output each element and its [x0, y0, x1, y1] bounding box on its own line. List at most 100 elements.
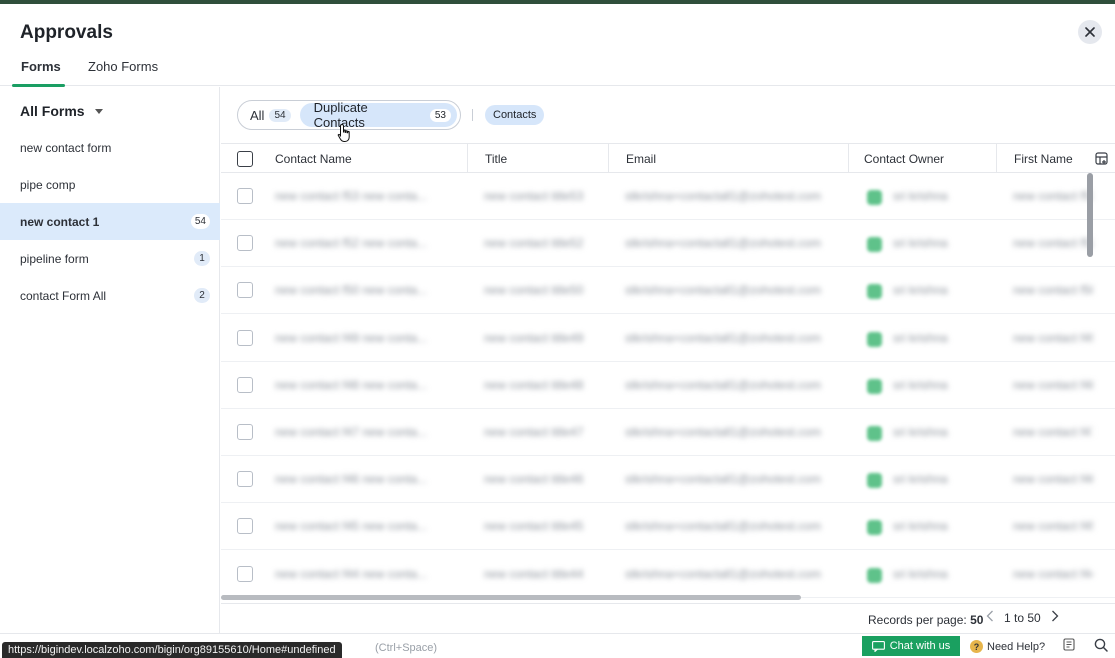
cell-first-name[interactable]: new contact f52 [1013, 236, 1093, 250]
sidebar-item-contact-form-all[interactable]: contact Form All 2 [0, 277, 220, 314]
cell-contact-owner[interactable]: sri krishna [893, 472, 983, 486]
dialog-header: Approvals Forms Zoho Forms [0, 4, 1115, 87]
cell-contact-name[interactable]: new contact f49 new conta... [275, 331, 455, 345]
records-per-page[interactable]: Records per page: 50 [868, 613, 983, 627]
cell-email[interactable]: stkrishna+contactall1@zohotest.com [625, 567, 845, 581]
cell-email[interactable]: stkrishna+contactall1@zohotest.com [625, 331, 845, 345]
row-checkbox[interactable] [237, 471, 253, 488]
column-title[interactable]: Title [468, 144, 609, 173]
filter-duplicate-contacts[interactable]: Duplicate Contacts 53 [299, 100, 457, 130]
cell-contact-owner[interactable]: sri krishna [893, 331, 983, 345]
need-help-button[interactable]: ? Need Help? [970, 640, 1045, 653]
cell-email[interactable]: stkrishna+contactall1@zohotest.com [625, 236, 845, 250]
cell-contact-name[interactable]: new contact f48 new conta... [275, 378, 455, 392]
cell-contact-owner[interactable]: sri krishna [893, 425, 983, 439]
select-all-checkbox[interactable] [237, 150, 253, 167]
filter-all[interactable]: All 54 [241, 108, 300, 123]
cell-email[interactable]: stkrishna+contactall1@zohotest.com [625, 425, 845, 439]
cell-title[interactable]: new contact title53 [484, 189, 609, 203]
table-row[interactable]: new contact f46 new conta... new contact … [221, 456, 1115, 504]
cell-first-name[interactable]: new contact f48 [1013, 378, 1093, 392]
cell-title[interactable]: new contact title46 [484, 472, 609, 486]
cell-email[interactable]: stkrishna+contactall1@zohotest.com [625, 472, 845, 486]
table-row[interactable]: new contact f47 new conta... new contact … [221, 409, 1115, 456]
sidebar-item-label: new contact 1 [20, 214, 100, 229]
cell-first-name[interactable]: new contact f44 [1013, 567, 1093, 581]
notes-icon[interactable] [1063, 638, 1075, 651]
cell-first-name[interactable]: new contact f45 [1013, 519, 1093, 533]
table-row[interactable]: new contact f53 new conta... new contact … [221, 173, 1115, 220]
cell-first-name[interactable]: new contact f53 [1013, 189, 1093, 203]
cell-first-name[interactable]: new contact f46 [1013, 472, 1093, 486]
chevron-right-icon[interactable] [1051, 610, 1059, 625]
cell-contact-name[interactable]: new contact f50 new conta... [275, 283, 455, 297]
table-row[interactable]: new contact f45 new conta... new contact … [221, 503, 1115, 551]
cell-contact-owner[interactable]: sri krishna [893, 378, 983, 392]
cell-email[interactable]: stkrishna+contactall1@zohotest.com [625, 189, 845, 203]
chat-with-us-button[interactable]: Chat with us [862, 636, 960, 656]
row-checkbox[interactable] [237, 565, 253, 582]
cell-contact-name[interactable]: new contact f44 new conta... [275, 567, 455, 581]
cell-email[interactable]: stkrishna+contactall1@zohotest.com [625, 378, 845, 392]
horizontal-scrollbar[interactable] [221, 595, 801, 600]
cell-title[interactable]: new contact title44 [484, 567, 609, 581]
cell-title[interactable]: new contact title50 [484, 283, 609, 297]
cell-first-name[interactable]: new contact f47 [1013, 425, 1093, 439]
table-row[interactable]: new contact f52 new conta... new contact … [221, 220, 1115, 268]
tab-zoho-forms[interactable]: Zoho Forms [88, 59, 158, 74]
search-icon[interactable] [1094, 638, 1108, 652]
column-email[interactable]: Email [609, 144, 849, 173]
sidebar-item-new-contact-1[interactable]: new contact 1 54 [0, 203, 220, 240]
cell-contact-owner[interactable]: sri krishna [893, 519, 983, 533]
sidebar-item-pipe-comp[interactable]: pipe comp [0, 166, 220, 203]
table-row[interactable]: new contact f50 new conta... new contact … [221, 267, 1115, 315]
cell-contact-owner[interactable]: sri krishna [893, 236, 983, 250]
cell-title[interactable]: new contact title49 [484, 331, 609, 345]
column-contact-name[interactable]: Contact Name [267, 144, 468, 173]
cell-contact-owner[interactable]: sri krishna [893, 189, 983, 203]
help-icon: ? [970, 640, 983, 653]
cell-title[interactable]: new contact title52 [484, 236, 609, 250]
tab-forms[interactable]: Forms [21, 59, 61, 74]
sidebar-item-label: pipeline form [20, 251, 89, 266]
vertical-scrollbar[interactable] [1087, 173, 1093, 257]
column-first-name[interactable]: First Name [997, 144, 1095, 173]
row-checkbox[interactable] [237, 518, 253, 535]
cell-contact-name[interactable]: new contact f53 new conta... [275, 189, 455, 203]
all-forms-dropdown[interactable]: All Forms [20, 103, 103, 119]
close-button[interactable] [1078, 20, 1102, 44]
row-checkbox[interactable] [237, 424, 253, 440]
cell-first-name[interactable]: new contact f50 [1013, 283, 1093, 297]
cell-contact-name[interactable]: new contact f52 new conta... [275, 236, 455, 250]
row-checkbox[interactable] [237, 329, 253, 346]
contacts-module-chip[interactable]: Contacts [485, 105, 545, 125]
cell-contact-name[interactable]: new contact f45 new conta... [275, 519, 455, 533]
forms-sidebar: All Forms new contact form pipe comp new… [0, 87, 220, 633]
cell-first-name[interactable]: new contact f49 [1013, 331, 1093, 345]
cell-title[interactable]: new contact title48 [484, 378, 609, 392]
cell-contact-owner[interactable]: sri krishna [893, 567, 983, 581]
bottom-bar: https://bigindev.localzoho.com/bigin/org… [0, 633, 1115, 658]
all-forms-label: All Forms [20, 103, 85, 119]
sidebar-item-pipeline-form[interactable]: pipeline form 1 [0, 240, 220, 277]
cell-email[interactable]: stkrishna+contactall1@zohotest.com [625, 519, 845, 533]
row-checkbox[interactable] [237, 282, 253, 299]
cell-email[interactable]: stkrishna+contactall1@zohotest.com [625, 283, 845, 297]
cell-contact-name[interactable]: new contact f46 new conta... [275, 472, 455, 486]
cell-contact-name[interactable]: new contact f47 new conta... [275, 425, 455, 439]
select-all-cell [221, 144, 267, 173]
column-contact-owner[interactable]: Contact Owner [849, 144, 997, 173]
cell-title[interactable]: new contact title47 [484, 425, 609, 439]
chevron-left-icon[interactable] [986, 610, 994, 625]
table-row[interactable]: new contact f49 new conta... new contact … [221, 315, 1115, 362]
cell-title[interactable]: new contact title45 [484, 519, 609, 533]
cell-contact-owner[interactable]: sri krishna [893, 283, 983, 297]
row-checkbox[interactable] [237, 188, 253, 204]
table-row[interactable]: new contact f44 new conta... new contact … [221, 551, 1115, 598]
row-checkbox[interactable] [237, 376, 253, 393]
table-row[interactable]: new contact f48 new conta... new contact … [221, 362, 1115, 409]
sidebar-item-new-contact-form[interactable]: new contact form [0, 129, 220, 166]
row-checkbox[interactable] [237, 235, 253, 252]
owner-avatar [867, 378, 882, 394]
column-settings-icon[interactable] [1095, 152, 1109, 166]
